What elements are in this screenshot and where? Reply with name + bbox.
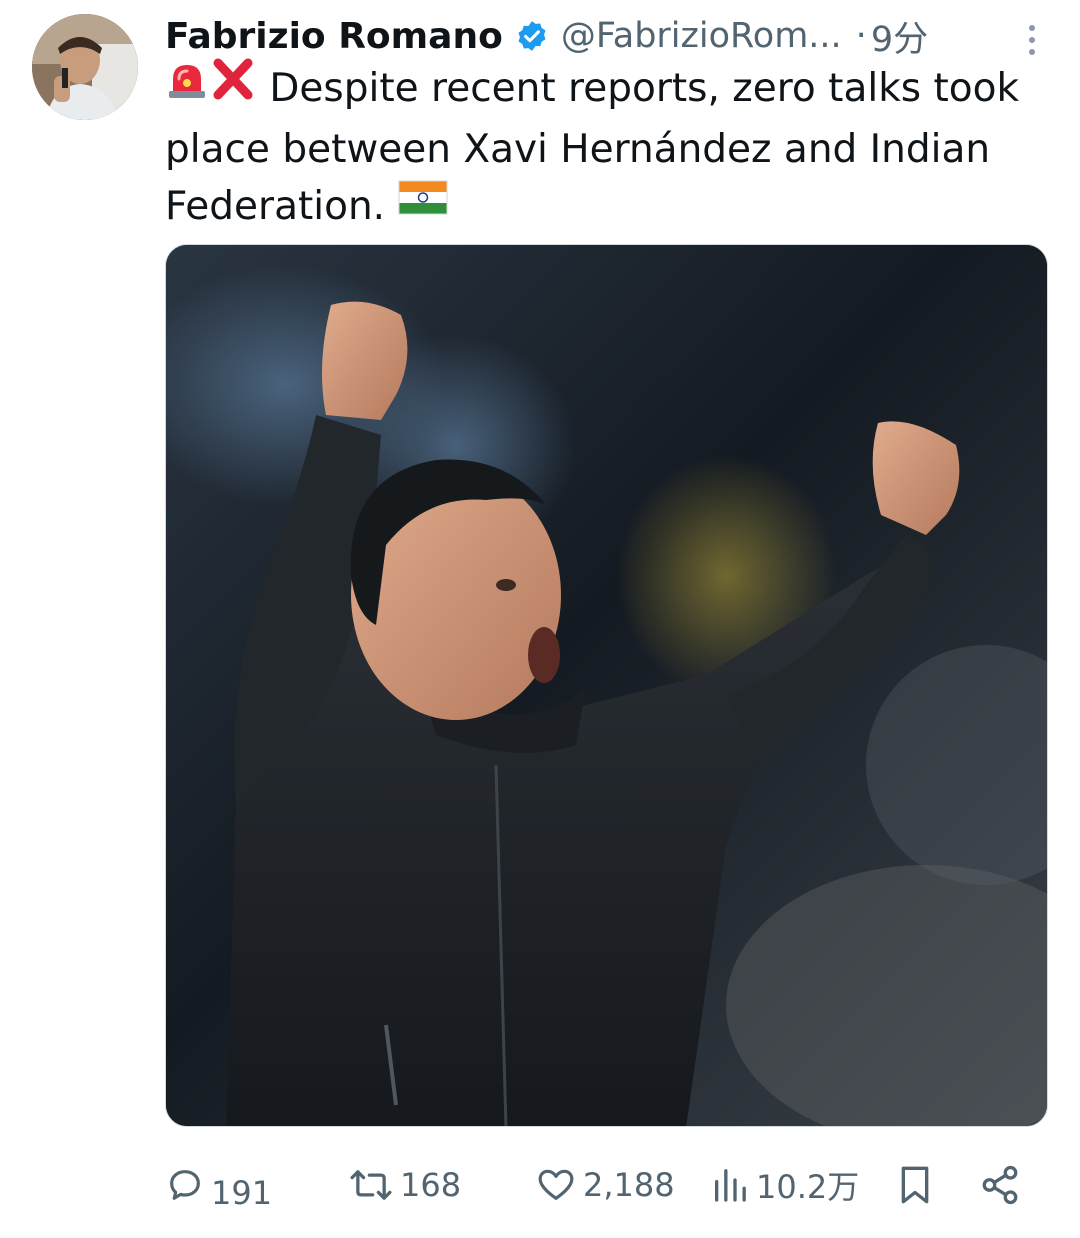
avatar[interactable] [32,14,138,120]
photo-illustration [166,245,1047,1126]
tweet-action-bar: 191 168 2,188 10.2万 [165,1150,1050,1220]
reply-button[interactable]: 191 [165,1150,272,1220]
retweet-button[interactable]: 168 [348,1150,461,1220]
views-chart-icon [710,1165,750,1205]
like-count: 2,188 [583,1166,675,1204]
tweet-text-part-1: Despite recent reports, zero talks took [269,66,1020,111]
bookmark-button[interactable] [895,1150,935,1220]
share-icon [979,1164,1021,1206]
more-options-icon[interactable] [1026,22,1038,58]
author-name[interactable]: Fabrizio Romano [165,16,503,57]
tweet-media-photo[interactable] [165,244,1048,1127]
cross-mark-icon [209,57,257,117]
share-button[interactable] [979,1150,1021,1220]
tweet-text-part-3: Federation. [165,183,386,229]
avatar-image [32,14,138,120]
views-count: 10.2万 [756,1168,860,1206]
views-button[interactable]: 10.2万 [710,1150,859,1220]
author-handle[interactable]: @FabrizioRom... [561,16,842,56]
reply-icon [165,1165,205,1205]
tweet-text-line-1: Despite recent reports, zero talks took [165,57,1045,121]
like-button[interactable]: 2,188 [535,1150,675,1220]
tweet-text-line-2: place between Xavi Hernández and Indian [165,126,991,172]
separator-dot: · [855,16,867,56]
retweet-count: 168 [400,1166,462,1204]
tweet-text: Despite recent reports, zero talks took … [165,57,1045,237]
bookmark-icon [895,1163,935,1207]
tweet-text-line-3: Federation. [165,178,1045,237]
retweet-icon [348,1165,394,1205]
tweet-header: Fabrizio Romano @FabrizioRom... · 9分 [165,8,1045,64]
rotating-light-icon [165,57,209,117]
reply-count: 191 [211,1174,273,1212]
tweet-time[interactable]: 9分 [871,11,928,62]
india-flag-icon [398,176,448,233]
verified-badge-icon [515,19,549,53]
heart-icon [535,1165,577,1205]
